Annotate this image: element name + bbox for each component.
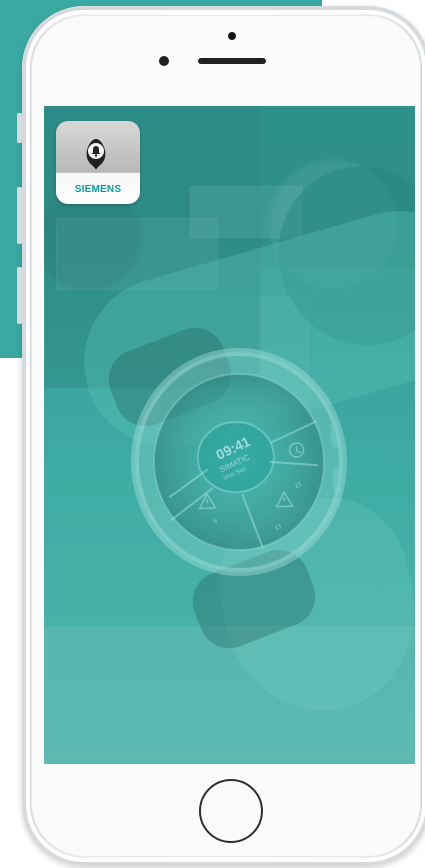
teal-overlay (44, 106, 415, 764)
earpiece-icon (198, 58, 266, 64)
phone-screen: 09:41 SIMATIC Mon Sep 23 13 5 (44, 106, 415, 764)
volume-up-button (17, 187, 22, 244)
siemens-brand-label: SIEMENS (74, 184, 122, 195)
home-button-icon[interactable] (199, 779, 263, 843)
product-showcase: 09:41 SIMATIC Mon Sep 23 13 5 SIEMENS (0, 0, 425, 868)
siemens-app-icon[interactable]: SIEMENS (56, 121, 140, 204)
sensor-dot-icon (228, 32, 236, 40)
front-camera-icon (159, 56, 169, 66)
mute-switch (17, 113, 22, 143)
bell-icon (86, 139, 106, 170)
volume-down-button (17, 267, 22, 324)
